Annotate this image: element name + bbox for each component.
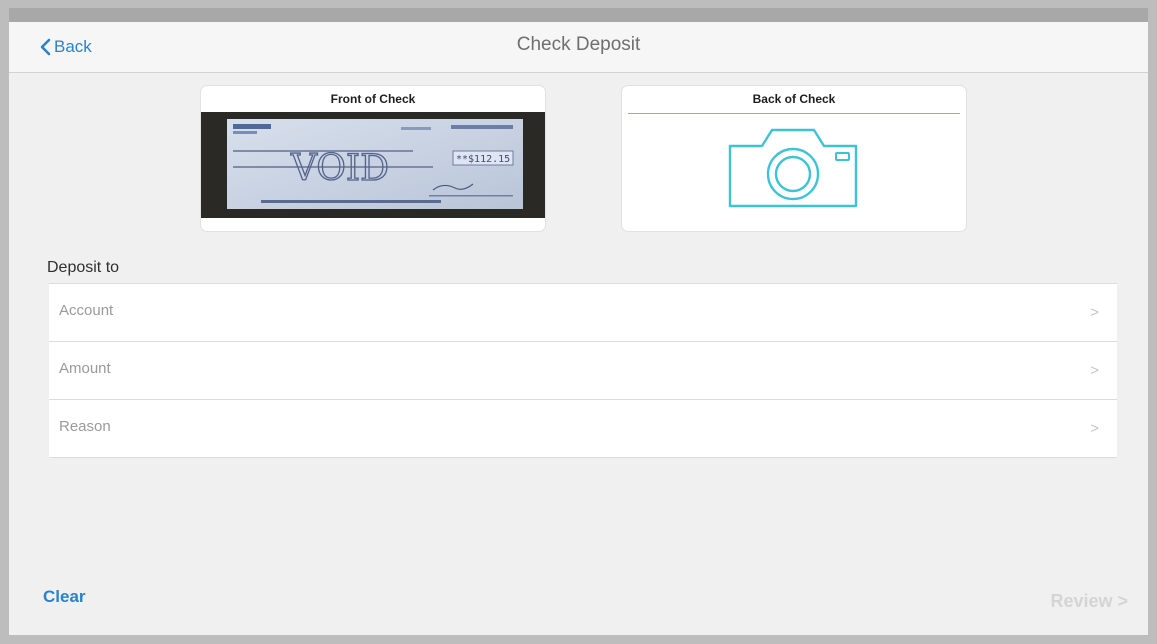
clear-button[interactable]: Clear — [43, 587, 86, 607]
deposit-to-label: Deposit to — [47, 259, 120, 276]
check-void-text: VOID — [290, 148, 389, 189]
camera-icon[interactable] — [726, 126, 860, 210]
chevron-right-icon: > — [1090, 362, 1099, 379]
app-frame: Back Check Deposit Front of Check **$112… — [0, 0, 1157, 644]
back-of-check-title: Back of Check — [752, 92, 836, 106]
chevron-right-icon: > — [1090, 304, 1099, 321]
account-row[interactable]: Account > — [49, 284, 1117, 342]
check-amount-text: **$112.15 — [456, 154, 510, 165]
page-title: Check Deposit — [516, 34, 641, 55]
account-label: Account — [59, 302, 114, 319]
front-of-check-card[interactable]: Front of Check **$112.15 VOID — [200, 85, 546, 232]
reason-row[interactable]: Reason > — [49, 400, 1117, 457]
review-button[interactable]: Review > — [1050, 591, 1128, 612]
amount-row[interactable]: Amount > — [49, 342, 1117, 400]
deposit-fields-list: Account > Amount > Reason > — [49, 283, 1117, 458]
navigation-bar: Back Check Deposit — [9, 22, 1148, 73]
back-of-check-card[interactable]: Back of Check — [621, 85, 967, 232]
reason-label: Reason — [59, 418, 111, 435]
front-of-check-title: Front of Check — [330, 92, 416, 106]
chevron-right-icon: > — [1090, 420, 1099, 437]
front-check-image: **$112.15 VOID — [201, 112, 545, 218]
status-bar — [9, 8, 1148, 22]
amount-label: Amount — [59, 360, 111, 377]
card-divider — [628, 113, 960, 114]
